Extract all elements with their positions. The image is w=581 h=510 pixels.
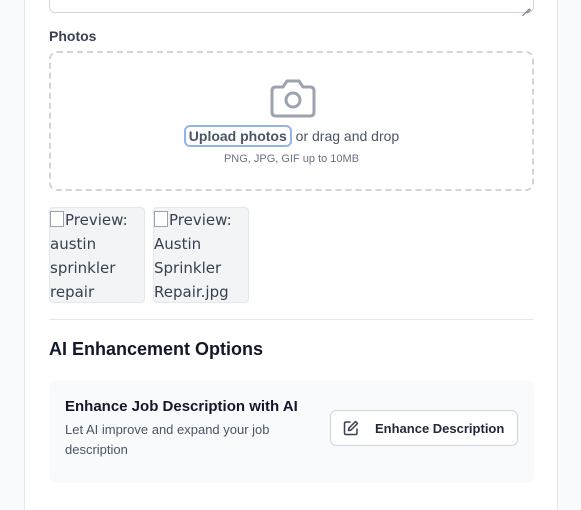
photo-preview[interactable]: Preview: austin sprinkler repair (2).jpg (49, 207, 145, 303)
ai-enhance-title: Enhance Job Description with AI (65, 398, 298, 415)
drag-drop-text: or drag and drop (295, 128, 400, 144)
resize-handle[interactable] (522, 1, 530, 9)
upload-line: Upload photos or drag and drop (51, 125, 532, 147)
ai-enhance-panel: Enhance Job Description with AI Let AI i… (49, 380, 534, 483)
file-type-hint: PNG, JPG, GIF up to 10MB (223, 153, 360, 165)
enhance-description-button[interactable]: Enhance Description (330, 410, 518, 446)
section-divider (49, 319, 534, 320)
ai-enhance-description: Let AI improve and expand your job descr… (65, 422, 270, 457)
upload-photos-button[interactable]: Upload photos (183, 125, 292, 147)
broken-image-icon (50, 211, 64, 227)
edit-icon (343, 420, 359, 436)
photo-preview[interactable]: Preview: Austin Sprinkler Repair.jpg (153, 207, 249, 303)
photos-label: Photos (49, 28, 97, 44)
photo-dropzone[interactable]: Upload photos or drag and drop PNG, JPG,… (49, 51, 534, 191)
enhance-description-label: Enhance Description (375, 420, 505, 436)
camera-icon (270, 79, 316, 118)
description-textarea[interactable] (49, 0, 534, 13)
ai-section-title: AI Enhancement Options (49, 339, 264, 359)
broken-image-icon (154, 211, 168, 227)
